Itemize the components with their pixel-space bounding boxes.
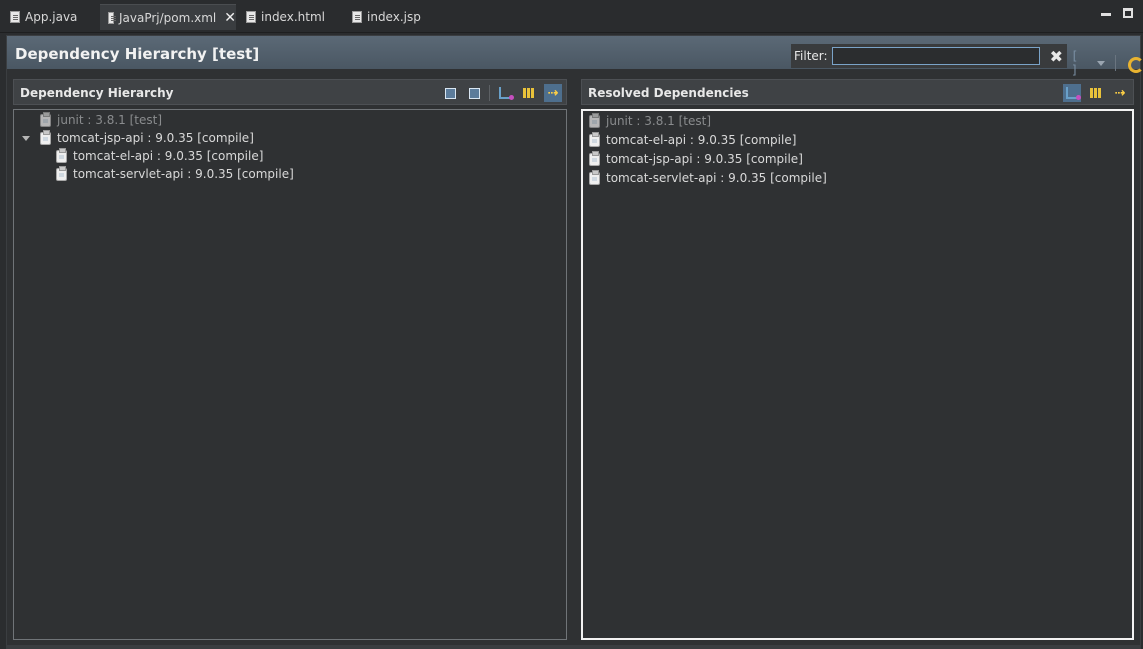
list-item[interactable]: tomcat-servlet-api : 9.0.35 [compile] (589, 169, 827, 187)
close-icon[interactable]: ✕ (224, 10, 236, 26)
show-groupid-button[interactable] (496, 84, 514, 102)
form-header: Dependency Hierarchy [test] Filter: ✖ [ … (7, 36, 1143, 77)
list-item-label: tomcat-jsp-api : 9.0.35 [compile] (606, 152, 803, 166)
collapse-all-icon (444, 87, 456, 99)
editor-bottom-tabs (6, 645, 1141, 649)
columns-icon (523, 88, 535, 98)
show-columns-button[interactable] (1087, 84, 1105, 102)
pom-editor: Dependency Hierarchy [test] Filter: ✖ [ … (6, 35, 1143, 647)
xml-file-icon (108, 11, 116, 24)
tab-app-java[interactable]: App.java (2, 4, 98, 30)
tree-item-label: junit : 3.8.1 [test] (57, 113, 163, 127)
java-file-icon (10, 11, 20, 23)
hierarchy-icon (1066, 87, 1081, 100)
header-toolbar: [ ] (1071, 49, 1143, 77)
list-item-label: junit : 3.8.1 [test] (606, 114, 712, 128)
tab-label: App.java (25, 10, 78, 24)
jar-icon (40, 129, 51, 145)
tab-label: index.jsp (367, 10, 421, 24)
expand-all-button[interactable] (465, 84, 483, 102)
page-title: Dependency Hierarchy [test] (15, 45, 260, 63)
tree-item[interactable]: junit : 3.8.1 [test] (40, 111, 162, 129)
jar-icon (589, 131, 600, 147)
tree-item[interactable]: tomcat-servlet-api : 9.0.35 [compile] (56, 165, 294, 183)
list-item[interactable]: junit : 3.8.1 [test] (589, 112, 711, 130)
tab-label: index.html (261, 10, 325, 24)
minimize-icon[interactable] (1101, 10, 1111, 16)
jsp-file-icon (352, 11, 362, 23)
link-selection-button[interactable]: ⇢ (544, 84, 562, 102)
jar-icon (589, 112, 600, 128)
dependency-hierarchy-panel: Dependency Hierarchy ⇢ junit : 3.8.1 [te… (13, 79, 567, 640)
list-item-label: tomcat-servlet-api : 9.0.35 [compile] (606, 171, 827, 185)
tab-pom-xml[interactable]: JavaPrj/pom.xml ✕ (100, 4, 236, 30)
arrow-right-icon: ⇢ (1114, 85, 1126, 101)
resolved-dependencies-panel: Resolved Dependencies ⇢ junit : 3.8.1 [t… (581, 79, 1134, 640)
resolved-list[interactable]: junit : 3.8.1 [test] tomcat-el-api : 9.0… (581, 109, 1134, 640)
tree-item[interactable]: tomcat-jsp-api : 9.0.35 [compile] (22, 129, 254, 147)
filter-box: Filter: ✖ (791, 44, 1067, 68)
tab-label: JavaPrj/pom.xml (118, 10, 217, 25)
list-item[interactable]: tomcat-el-api : 9.0.35 [compile] (589, 131, 796, 149)
hierarchy-tree[interactable]: junit : 3.8.1 [test] tomcat-jsp-api : 9.… (13, 109, 567, 640)
list-item[interactable]: tomcat-jsp-api : 9.0.35 [compile] (589, 150, 803, 168)
expand-triangle-icon[interactable] (22, 136, 30, 141)
jar-icon (589, 150, 600, 166)
maximize-icon[interactable] (1123, 8, 1133, 18)
hierarchy-icon (499, 87, 514, 100)
expand-all-icon (468, 87, 480, 99)
tree-item-label: tomcat-servlet-api : 9.0.35 [compile] (73, 167, 294, 181)
filter-label: Filter: (794, 49, 828, 63)
jar-icon (40, 111, 51, 127)
panel-header: Resolved Dependencies ⇢ (581, 79, 1134, 105)
refresh-icon[interactable] (1126, 55, 1143, 73)
tab-index-jsp[interactable]: index.jsp (344, 4, 434, 30)
columns-icon (1090, 88, 1102, 98)
toolbar-separator (1114, 55, 1116, 71)
clear-filter-icon[interactable]: ✖ (1050, 47, 1063, 66)
show-columns-button[interactable] (520, 84, 538, 102)
panel-title: Resolved Dependencies (588, 86, 749, 100)
filter-input[interactable] (831, 47, 1040, 65)
show-groupid-button[interactable] (1063, 84, 1081, 102)
tab-index-html[interactable]: index.html (238, 4, 338, 30)
panel-toolbar: ⇢ (1063, 84, 1129, 102)
collapse-all-button[interactable] (441, 84, 459, 102)
tree-item-label: tomcat-jsp-api : 9.0.35 [compile] (57, 131, 254, 145)
arrow-right-icon: ⇢ (547, 85, 559, 101)
jar-icon (56, 147, 67, 163)
panel-header: Dependency Hierarchy ⇢ (13, 79, 567, 105)
jar-icon (56, 165, 67, 181)
tree-item[interactable]: tomcat-el-api : 9.0.35 [compile] (56, 147, 263, 165)
chevron-down-icon[interactable] (1096, 60, 1105, 66)
toolbar-separator (489, 85, 490, 101)
editor-tab-bar: App.java JavaPrj/pom.xml ✕ index.html in… (0, 0, 1143, 33)
jar-icon (589, 169, 600, 185)
brackets-icon[interactable]: [ ] (1071, 49, 1091, 77)
tree-item-label: tomcat-el-api : 9.0.35 [compile] (73, 149, 264, 163)
list-item-label: tomcat-el-api : 9.0.35 [compile] (606, 133, 797, 147)
panel-title: Dependency Hierarchy (20, 86, 174, 100)
panel-toolbar: ⇢ (441, 84, 562, 102)
window-controls (1101, 8, 1133, 18)
link-selection-button[interactable]: ⇢ (1111, 84, 1129, 102)
html-file-icon (246, 11, 256, 23)
